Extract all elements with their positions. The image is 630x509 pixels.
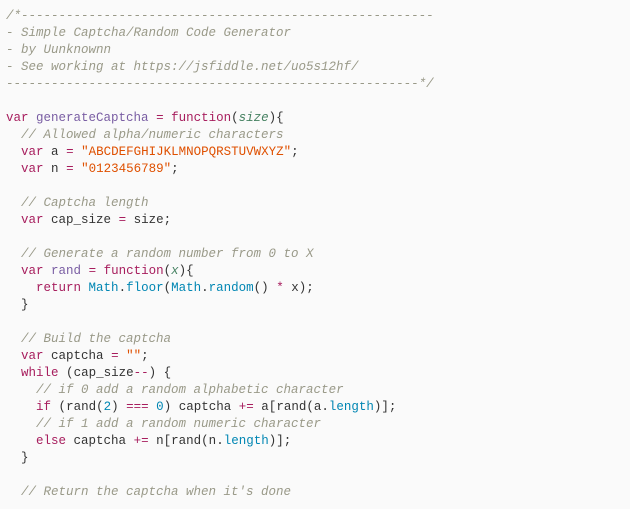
- id-cap-size: cap_size: [74, 366, 134, 380]
- kw-function: function: [104, 264, 164, 278]
- dot: .: [201, 281, 209, 295]
- id-generateCaptcha: generateCaptcha: [36, 111, 149, 125]
- comment-line-3: - by Uunknownn: [6, 43, 111, 57]
- comment-line-2: - Simple Captcha/Random Code Generator: [6, 26, 291, 40]
- semi: ;: [284, 434, 292, 448]
- paren-open: (: [164, 281, 172, 295]
- id-n: n: [51, 162, 59, 176]
- brace-open: {: [276, 111, 284, 125]
- paren-open: (: [96, 400, 104, 414]
- comment-if0: // if 0 add a random alphabetic characte…: [36, 383, 344, 397]
- num-2: 2: [104, 400, 112, 414]
- kw-var: var: [21, 145, 44, 159]
- kw-var: var: [21, 213, 44, 227]
- op-eqeqeq: ===: [126, 400, 149, 414]
- id-cap-size: cap_size: [51, 213, 111, 227]
- kw-var: var: [21, 349, 44, 363]
- id-x: x: [291, 281, 299, 295]
- kw-var: var: [21, 162, 44, 176]
- obj-Math: Math: [171, 281, 201, 295]
- op-eq: =: [156, 111, 164, 125]
- comment-allowed: // Allowed alpha/numeric characters: [21, 128, 284, 142]
- obj-Math: Math: [89, 281, 119, 295]
- bracket-close: ]: [381, 400, 389, 414]
- brace-close: }: [21, 298, 29, 312]
- id-captcha: captcha: [51, 349, 104, 363]
- comment-genrand: // Generate a random number from 0 to X: [21, 247, 314, 261]
- kw-function: function: [171, 111, 231, 125]
- paren-close: ): [111, 400, 119, 414]
- semi: ;: [306, 281, 314, 295]
- prop-length: length: [224, 434, 269, 448]
- paren-open: (: [164, 264, 172, 278]
- comment-if1: // if 1 add a random numeric character: [36, 417, 321, 431]
- op-pluseq: +=: [134, 434, 149, 448]
- semi: ;: [141, 349, 149, 363]
- dot: .: [119, 281, 127, 295]
- comment-line-4: - See working at https://jsfiddle.net/uo…: [6, 60, 359, 74]
- comment-line-1: /*--------------------------------------…: [6, 9, 434, 23]
- comment-return: // Return the captcha when it's done: [21, 485, 291, 499]
- op-eq: =: [66, 162, 74, 176]
- id-rand: rand: [51, 264, 81, 278]
- semi: ;: [164, 213, 172, 227]
- num-0: 0: [156, 400, 164, 414]
- semi: ;: [291, 145, 299, 159]
- prop-random: random: [209, 281, 254, 295]
- op-decdec: --: [134, 366, 149, 380]
- kw-if: if: [36, 400, 51, 414]
- string-alpha: "ABCDEFGHIJKLMNOPQRSTUVWXYZ": [81, 145, 291, 159]
- op-eq: =: [119, 213, 127, 227]
- comment-build: // Build the captcha: [21, 332, 171, 346]
- semi: ;: [171, 162, 179, 176]
- id-captcha: captcha: [74, 434, 127, 448]
- id-rand: rand: [276, 400, 306, 414]
- paren-open: (: [59, 400, 67, 414]
- comment-line-5: ----------------------------------------…: [6, 77, 434, 91]
- op-eq: =: [66, 145, 74, 159]
- bracket-close: ]: [276, 434, 284, 448]
- string-digits: "0123456789": [81, 162, 171, 176]
- id-captcha: captcha: [179, 400, 232, 414]
- semi: ;: [389, 400, 397, 414]
- kw-var: var: [21, 264, 44, 278]
- brace-close: }: [21, 451, 29, 465]
- string-empty: "": [126, 349, 141, 363]
- kw-return: return: [36, 281, 81, 295]
- brace-open: {: [164, 366, 172, 380]
- kw-var: var: [6, 111, 29, 125]
- paren-open: (: [66, 366, 74, 380]
- comment-caplen: // Captcha length: [21, 196, 149, 210]
- op-star: *: [276, 281, 284, 295]
- paren-open: (: [201, 434, 209, 448]
- dot: .: [216, 434, 224, 448]
- id-rand: rand: [66, 400, 96, 414]
- paren-close: ): [149, 366, 157, 380]
- param-size: size: [239, 111, 269, 125]
- id-a: a: [51, 145, 59, 159]
- op-eq: =: [111, 349, 119, 363]
- prop-length: length: [329, 400, 374, 414]
- code-block: /*--------------------------------------…: [0, 0, 630, 509]
- paren-close: ): [261, 281, 269, 295]
- op-pluseq: +=: [239, 400, 254, 414]
- id-n: n: [156, 434, 164, 448]
- param-x: x: [171, 264, 179, 278]
- prop-floor: floor: [126, 281, 164, 295]
- paren-open: (: [306, 400, 314, 414]
- id-a: a: [261, 400, 269, 414]
- kw-else: else: [36, 434, 66, 448]
- dot: .: [321, 400, 329, 414]
- paren-open: (: [231, 111, 239, 125]
- op-eq: =: [89, 264, 97, 278]
- id-size: size: [134, 213, 164, 227]
- bracket-open: [: [164, 434, 172, 448]
- kw-while: while: [21, 366, 59, 380]
- brace-open: {: [186, 264, 194, 278]
- paren-close: ): [164, 400, 172, 414]
- id-rand: rand: [171, 434, 201, 448]
